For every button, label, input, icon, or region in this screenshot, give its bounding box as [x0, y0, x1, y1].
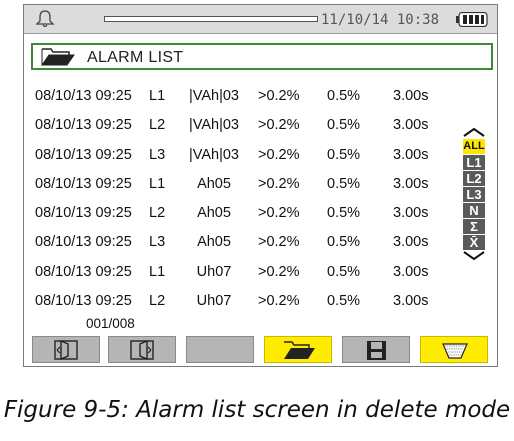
table-row[interactable]: 08/10/13 09:25 L2 |VAh|03 >0.2% 0.5% 3.00s: [24, 112, 454, 141]
alarm-datetime: 08/10/13 09:25: [35, 234, 132, 251]
alarm-duration: 3.00s: [393, 293, 429, 310]
alarm-parameter: Ah05: [197, 205, 231, 222]
alarm-parameter: Uh07: [196, 293, 232, 310]
alarm-threshold: >0.2%: [258, 263, 300, 280]
filter-sigma[interactable]: Σ: [463, 219, 485, 234]
table-row[interactable]: 08/10/13 09:25 L1 |VAh|03 >0.2% 0.5% 3.00s: [24, 83, 454, 112]
table-row[interactable]: 08/10/13 09:25 L3 |VAh|03 >0.2% 0.5% 3.00s: [24, 142, 454, 171]
last-page-icon: [130, 339, 154, 361]
alarm-phase: L2: [149, 293, 166, 310]
open-folder-icon: [284, 341, 315, 359]
trash-icon: [442, 343, 468, 359]
alarm-hysteresis: 0.5%: [327, 117, 361, 134]
alarm-parameter: |VAh|03: [189, 88, 239, 104]
alarm-hysteresis: 0.5%: [327, 234, 361, 251]
filter-l1[interactable]: L1: [463, 155, 485, 170]
alarm-duration: 3.00s: [393, 117, 429, 134]
title-bar: ALARM LIST: [31, 43, 493, 70]
alarm-duration: 3.00s: [393, 146, 429, 163]
alarm-phase: L1: [149, 175, 166, 192]
open-folder-icon: [41, 48, 75, 66]
alarm-duration: 3.00s: [393, 205, 429, 222]
alarm-parameter: |VAh|03: [189, 117, 239, 134]
chevron-down-icon[interactable]: [460, 250, 488, 262]
alarm-parameter: Ah05: [197, 175, 231, 192]
alarm-datetime: 08/10/13 09:25: [35, 117, 132, 134]
last-page-button[interactable]: [108, 336, 176, 363]
alarm-duration: 3.00s: [393, 88, 429, 104]
alarm-phase: L3: [149, 234, 166, 251]
progress-bar: [104, 16, 318, 22]
alarm-threshold: >0.2%: [258, 175, 300, 192]
alarm-threshold: >0.2%: [258, 146, 300, 163]
alarm-duration: 3.00s: [393, 263, 429, 280]
filter-n[interactable]: N: [463, 203, 485, 218]
alarm-phase: L1: [149, 88, 166, 104]
filter-l2[interactable]: L2: [463, 171, 485, 186]
alarm-datetime: 08/10/13 09:25: [35, 146, 132, 163]
table-row[interactable]: 08/10/13 09:25 L2 Uh07 >0.2% 0.5% 3.00s: [24, 288, 454, 317]
alarm-parameter: Ah05: [197, 234, 231, 251]
save-button[interactable]: [342, 336, 410, 363]
save-icon: [367, 341, 386, 360]
alarm-datetime: 08/10/13 09:25: [35, 205, 132, 222]
table-row[interactable]: 08/10/13 09:25 L1 Uh07 >0.2% 0.5% 3.00s: [24, 259, 454, 288]
alarm-hysteresis: 0.5%: [327, 293, 361, 310]
filter-mean[interactable]: X̄: [463, 235, 485, 250]
delete-button[interactable]: [420, 336, 488, 363]
alarm-duration: 3.00s: [393, 234, 429, 251]
alarm-phase: L2: [149, 117, 166, 134]
alarm-datetime: 08/10/13 09:25: [35, 293, 132, 310]
alarm-list: 08/10/13 09:25 L1 |VAh|03 >0.2% 0.5% 3.00s 08/…: [24, 83, 454, 317]
table-row[interactable]: 08/10/13 09:25 L3 Ah05 >0.2% 0.5% 3.00s: [24, 229, 454, 258]
bell-icon: [35, 10, 55, 28]
alarm-parameter: Uh07: [196, 263, 232, 280]
alarm-threshold: >0.2%: [258, 88, 300, 104]
alarm-threshold: >0.2%: [258, 205, 300, 222]
alarm-threshold: >0.2%: [258, 293, 300, 310]
softkey-bar: [24, 336, 497, 366]
alarm-parameter: |VAh|03: [189, 146, 239, 163]
first-page-button[interactable]: [32, 336, 100, 363]
battery-full-icon: [456, 12, 488, 27]
alarm-datetime: 08/10/13 09:25: [35, 175, 132, 192]
status-date: 11/10/14: [321, 12, 389, 28]
alarm-datetime: 08/10/13 09:25: [35, 263, 132, 280]
phase-filter: ALL L1 L2 L3 N Σ X̄: [460, 126, 488, 262]
filter-l3[interactable]: L3: [463, 187, 485, 202]
table-row[interactable]: 08/10/13 09:25 L2 Ah05 >0.2% 0.5% 3.00s: [24, 200, 454, 229]
alarm-threshold: >0.2%: [258, 117, 300, 134]
alarm-hysteresis: 0.5%: [327, 88, 361, 104]
alarm-hysteresis: 0.5%: [327, 175, 361, 192]
instrument-screen: 11/10/14 10:38 ALARM LIST 08/10/13 09:25…: [23, 4, 498, 367]
alarm-hysteresis: 0.5%: [327, 263, 361, 280]
table-row[interactable]: 08/10/13 09:25 L1 Ah05 >0.2% 0.5% 3.00s: [24, 171, 454, 200]
status-bar: 11/10/14 10:38: [24, 5, 497, 34]
alarm-hysteresis: 0.5%: [327, 205, 361, 222]
date-time: 11/10/14 10:38: [321, 12, 439, 28]
page-indicator: 001/008: [86, 316, 135, 331]
alarm-hysteresis: 0.5%: [327, 146, 361, 163]
filter-all[interactable]: ALL: [463, 139, 485, 154]
alarm-phase: L3: [149, 146, 166, 163]
chevron-up-icon[interactable]: [460, 126, 488, 138]
open-list-button[interactable]: [264, 336, 332, 363]
first-page-icon: [54, 339, 78, 361]
alarm-duration: 3.00s: [393, 175, 429, 192]
alarm-phase: L1: [149, 263, 166, 280]
alarm-phase: L2: [149, 205, 166, 222]
page-title: ALARM LIST: [87, 49, 184, 66]
empty-softkey[interactable]: [186, 336, 254, 363]
alarm-threshold: >0.2%: [258, 234, 300, 251]
status-time: 10:38: [396, 12, 440, 28]
figure-caption: Figure 9-5: Alarm list screen in delete …: [3, 397, 511, 423]
alarm-datetime: 08/10/13 09:25: [35, 88, 132, 104]
